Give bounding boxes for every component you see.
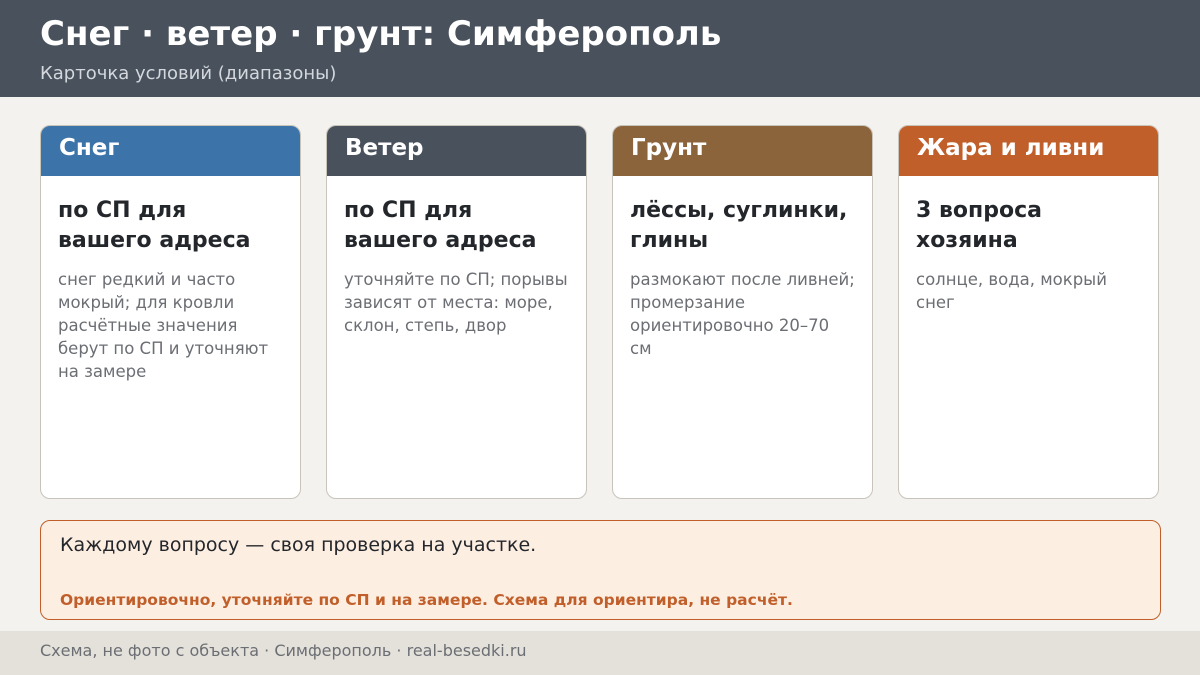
card-ground: Грунт лёссы, суглинки, глины размокают п…: [612, 125, 873, 499]
card-snow-note: снег редкий и часто мокрый; для кровли р…: [58, 270, 269, 381]
card-ground-value: лёссы, суглинки, глины: [630, 198, 848, 253]
disclaimer-text: Ориентировочно, уточняйте по СП и на зам…: [60, 591, 793, 609]
card-heat-rain-value: 3 вопроса хозяина: [916, 198, 1042, 253]
check-note-text: Каждому вопросу — своя проверка на участ…: [60, 534, 537, 556]
footer-text: Схема, не фото с объекта · Симферополь ·…: [40, 641, 527, 660]
card-ground-header: Грунт: [613, 126, 872, 176]
card-wind-header: Ветер: [327, 126, 586, 176]
page-header: Снег · ветер · грунт: Симферополь Карточ…: [0, 0, 1200, 97]
page-title: Снег · ветер · грунт: Симферополь: [40, 14, 722, 54]
card-ground-note: размокают после ливней; промерзание орие…: [630, 270, 855, 358]
card-snow-header: Снег: [41, 126, 300, 176]
card-heat-rain-header: Жара и ливни: [899, 126, 1158, 176]
card-heat-rain-note: солнце, вода, мокрый снег: [916, 270, 1107, 312]
check-note-box: Каждому вопросу — своя проверка на участ…: [40, 520, 1161, 620]
card-wind-value: по СП для вашего адреса: [344, 198, 537, 253]
card-snow: Снег по СП для вашего адреса снег редкий…: [40, 125, 301, 499]
page-footer: Схема, не фото с объекта · Симферополь ·…: [0, 631, 1200, 675]
page-subtitle: Карточка условий (диапазоны): [40, 63, 337, 84]
card-wind: Ветер по СП для вашего адреса уточняйте …: [326, 125, 587, 499]
card-wind-note: уточняйте по СП; порывы зависят от места…: [344, 270, 568, 335]
card-heat-rain: Жара и ливни 3 вопроса хозяина солнце, в…: [898, 125, 1159, 499]
card-snow-value: по СП для вашего адреса: [58, 198, 251, 253]
